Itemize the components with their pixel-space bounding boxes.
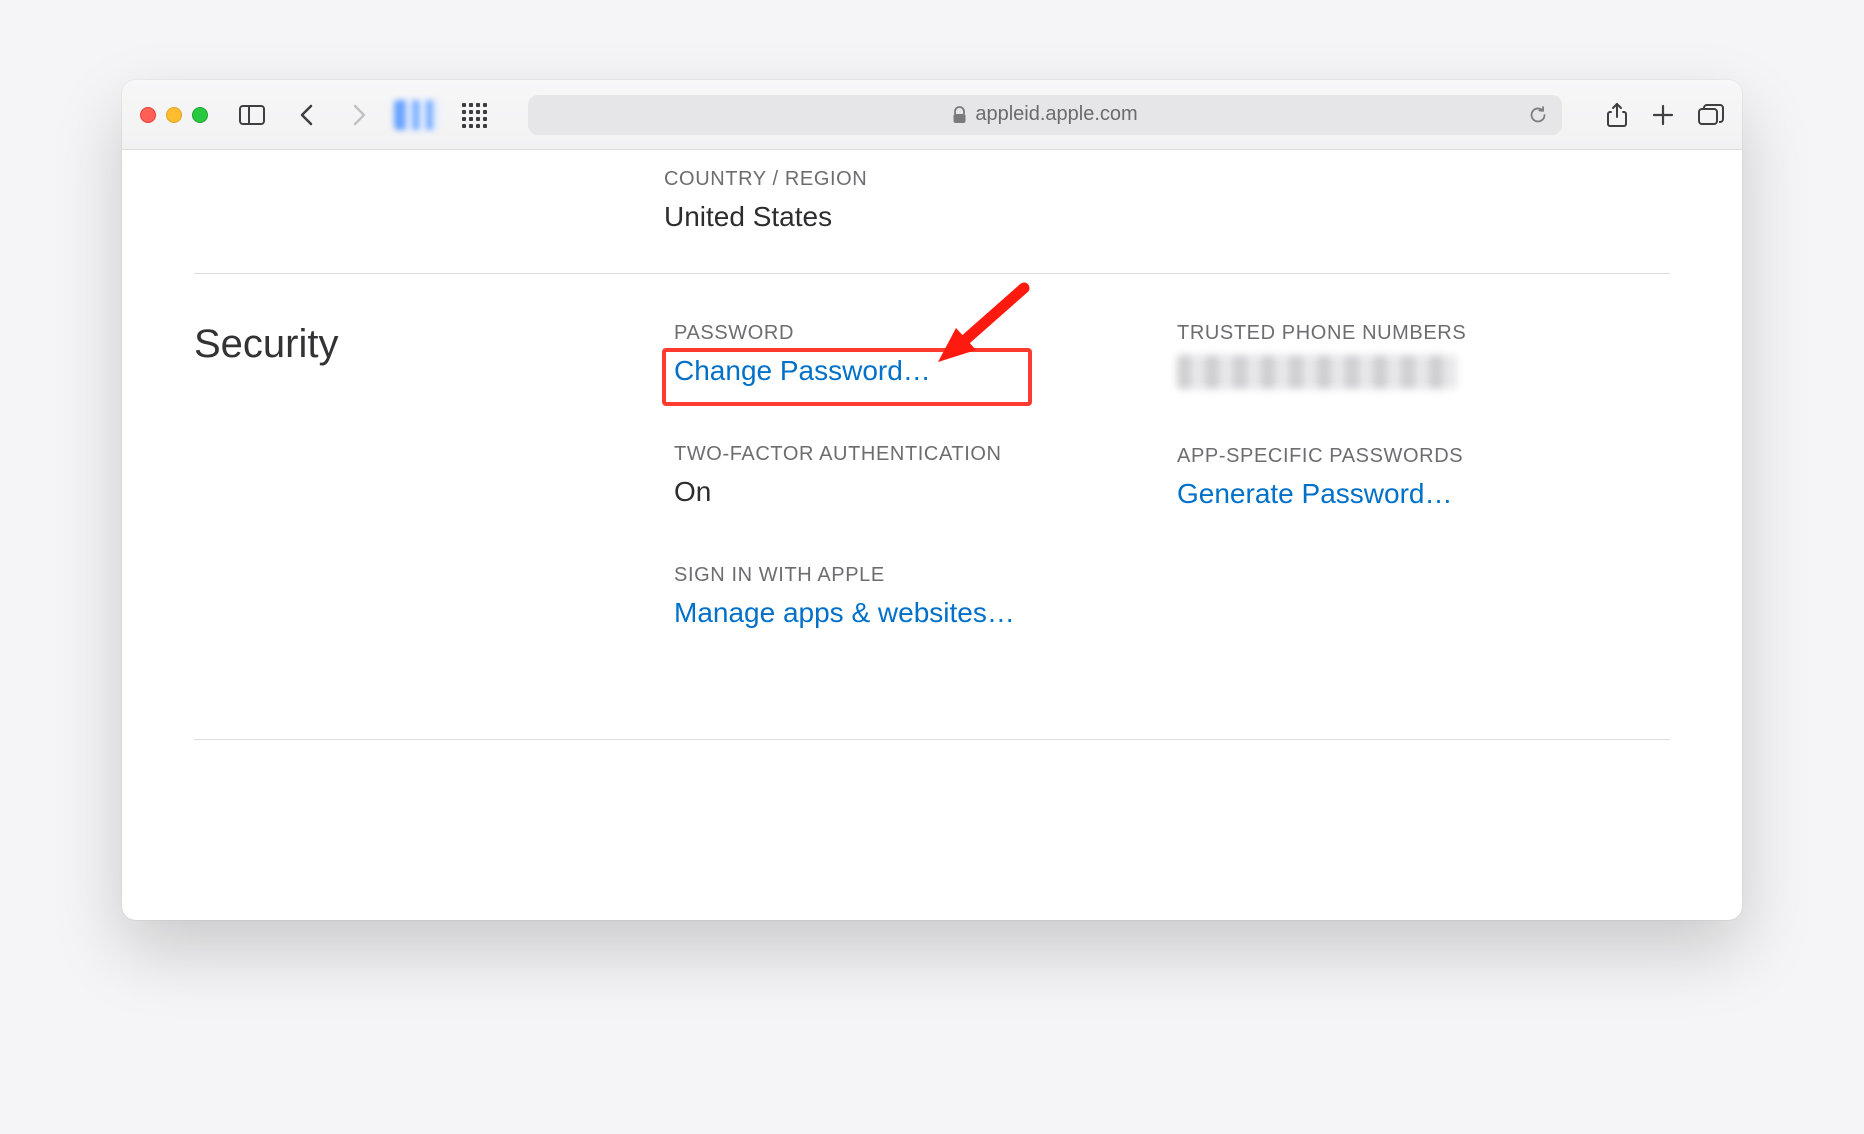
app-specific-label: APP-SPECIFIC PASSWORDS (1177, 445, 1670, 468)
sidebar-icon (239, 105, 265, 125)
security-column-left: PASSWORD Change Password… TWO-FACTOR AUT… (674, 322, 1167, 629)
security-section: Security PASSWORD Change Password… TWO-F… (194, 274, 1670, 739)
new-tab-button[interactable] (1652, 104, 1674, 126)
sidebar-toggle-button[interactable] (232, 97, 272, 133)
page-content: COUNTRY / REGION United States Security … (122, 150, 1742, 740)
country-region-value: United States (664, 201, 1167, 233)
password-label: PASSWORD (674, 322, 1167, 345)
account-section-fragment: COUNTRY / REGION United States (194, 150, 1670, 273)
close-window-button[interactable] (140, 107, 156, 123)
fullscreen-window-button[interactable] (192, 107, 208, 123)
trusted-phones-label: TRUSTED PHONE NUMBERS (1177, 322, 1670, 345)
chevron-right-icon (353, 104, 367, 126)
start-page-button[interactable] (454, 97, 494, 133)
manage-apps-link[interactable]: Manage apps & websites… (674, 597, 1015, 629)
minimize-window-button[interactable] (166, 107, 182, 123)
section-divider (194, 739, 1670, 740)
plus-icon (1652, 104, 1674, 126)
two-factor-block: TWO-FACTOR AUTHENTICATION On (674, 443, 1167, 508)
trusted-phone-redacted (1177, 355, 1457, 389)
trusted-phones-block: TRUSTED PHONE NUMBERS (1177, 322, 1670, 389)
country-region-label: COUNTRY / REGION (664, 168, 1167, 191)
security-heading: Security (194, 322, 664, 367)
window-controls (140, 107, 208, 123)
security-column-right: TRUSTED PHONE NUMBERS APP-SPECIFIC PASSW… (1177, 322, 1670, 629)
browser-toolbar: appleid.apple.com (122, 80, 1742, 150)
password-block: PASSWORD Change Password… (674, 322, 1167, 387)
grid-icon (462, 103, 486, 127)
tab-overview-button[interactable] (1698, 104, 1724, 126)
app-specific-block: APP-SPECIFIC PASSWORDS Generate Password… (1177, 445, 1670, 510)
tabs-icon (1698, 104, 1724, 126)
url-text: appleid.apple.com (975, 103, 1137, 126)
address-bar[interactable]: appleid.apple.com (528, 95, 1562, 135)
two-factor-label: TWO-FACTOR AUTHENTICATION (674, 443, 1167, 466)
site-favicon (394, 100, 440, 130)
sign-in-apple-label: SIGN IN WITH APPLE (674, 564, 1167, 587)
chevron-left-icon (299, 104, 313, 126)
share-icon (1606, 102, 1628, 128)
generate-password-link[interactable]: Generate Password… (1177, 478, 1452, 510)
two-factor-value: On (674, 476, 1167, 508)
forward-button[interactable] (340, 97, 380, 133)
lock-icon (952, 106, 967, 124)
change-password-link[interactable]: Change Password… (674, 355, 931, 387)
sign-in-apple-block: SIGN IN WITH APPLE Manage apps & website… (674, 564, 1167, 629)
reload-button[interactable] (1528, 105, 1548, 125)
reload-icon (1528, 105, 1548, 125)
safari-window: appleid.apple.com (122, 80, 1742, 920)
toolbar-right (1606, 102, 1724, 128)
back-button[interactable] (286, 97, 326, 133)
share-button[interactable] (1606, 102, 1628, 128)
